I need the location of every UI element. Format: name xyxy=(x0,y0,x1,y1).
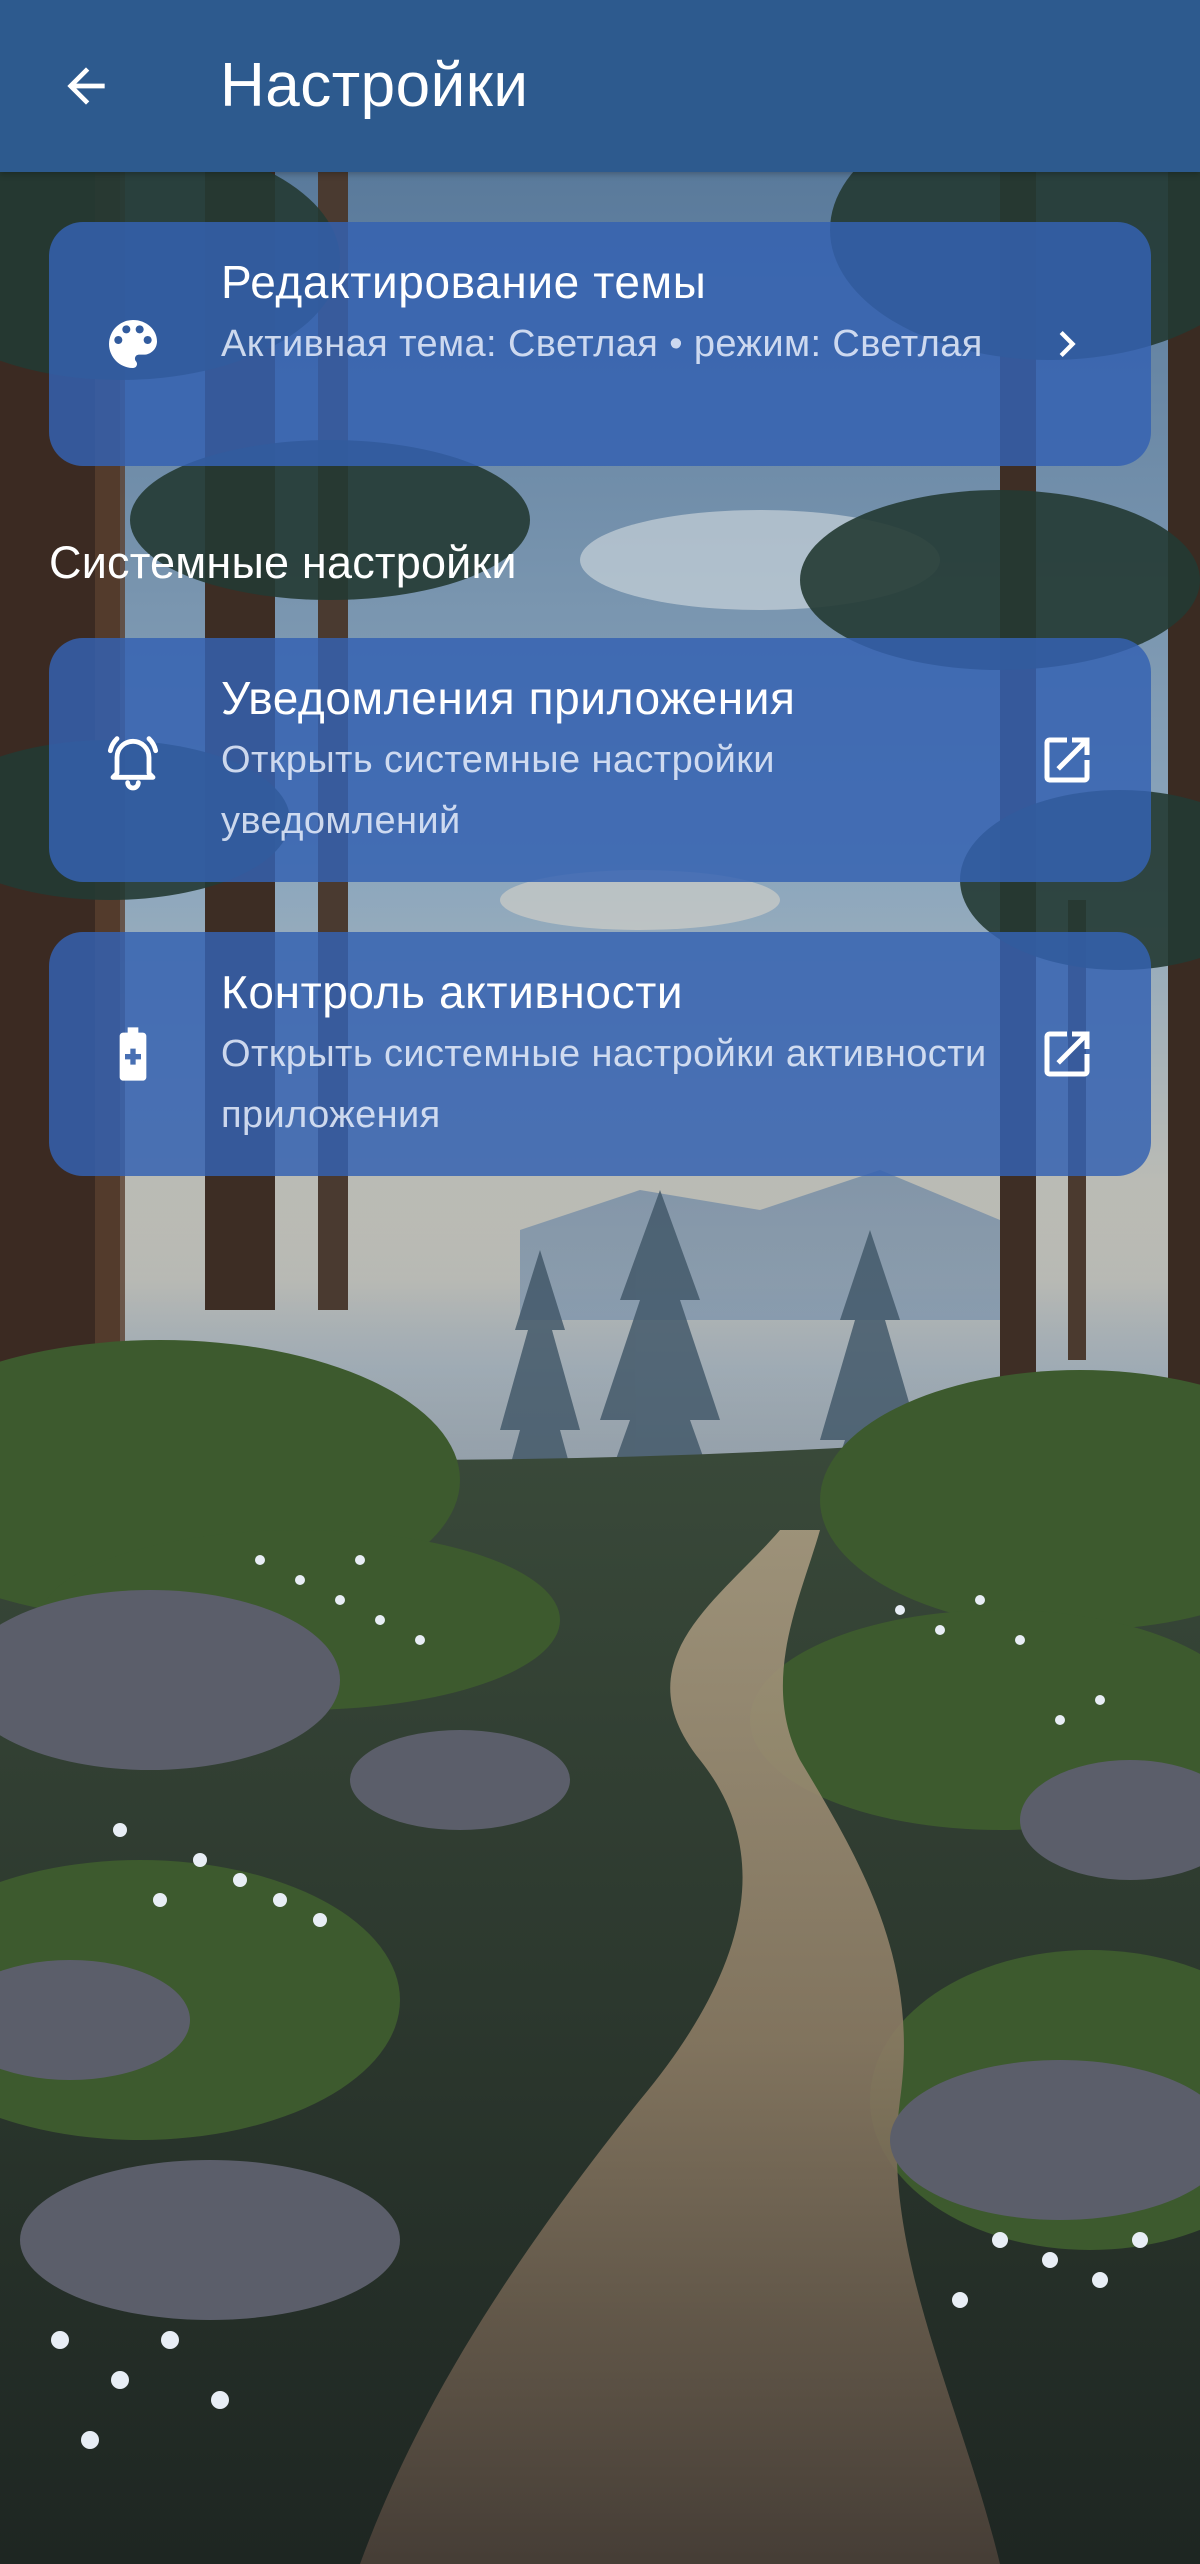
chevron-right-icon xyxy=(1031,308,1103,380)
palette-icon xyxy=(95,306,171,382)
battery-plus-icon xyxy=(95,1016,171,1092)
app-notifications-card[interactable]: Уведомления приложения Открыть системные… xyxy=(49,638,1151,882)
notifications-card-subtitle: Открыть системные настройки уведомлений xyxy=(221,739,775,842)
system-settings-header: Системные настройки xyxy=(49,537,517,588)
arrow-back-icon xyxy=(67,67,105,105)
theme-editor-card[interactable]: Редактирование темы Активная тема: Светл… xyxy=(49,222,1151,466)
page-title: Настройки xyxy=(220,51,529,120)
activity-control-card[interactable]: Контроль активности Открыть системные на… xyxy=(49,932,1151,1176)
open-external-icon xyxy=(1031,1018,1103,1090)
bell-icon xyxy=(95,722,171,798)
theme-card-title: Редактирование темы xyxy=(221,256,707,308)
activity-card-subtitle: Открыть системные настройки активности п… xyxy=(221,1033,987,1136)
theme-card-subtitle: Активная тема: Светлая • режим: Светлая xyxy=(221,323,983,365)
app-bar: Настройки xyxy=(0,0,1200,172)
back-button[interactable] xyxy=(30,36,142,136)
open-external-icon xyxy=(1031,724,1103,796)
activity-card-title: Контроль активности xyxy=(221,966,684,1018)
notifications-card-title: Уведомления приложения xyxy=(221,672,796,724)
